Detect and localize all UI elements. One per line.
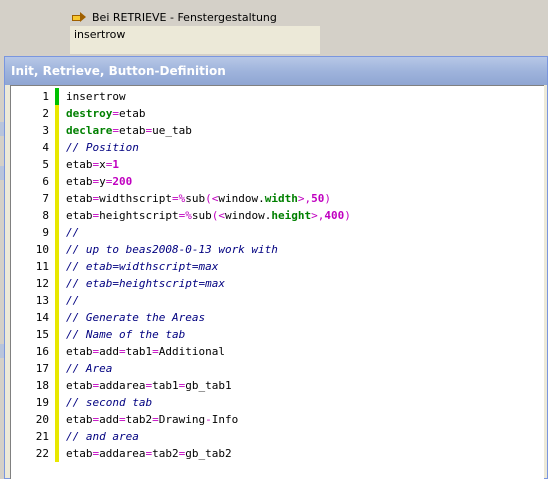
line-number: 5 [42,158,49,171]
background-field: insertrow [70,26,320,54]
line-code[interactable]: destroy=etab [66,105,145,122]
change-marker [55,428,59,445]
change-marker [55,156,59,173]
code-line[interactable]: 1 insertrow [11,88,544,105]
change-marker [55,241,59,258]
code-line[interactable]: 19 // second tab [11,394,544,411]
code-window: Init, Retrieve, Button-Definition 1 inser… [4,56,548,479]
line-number: 10 [35,243,49,256]
line-code[interactable]: etab=widthscript=%sub(<window.width>,50) [66,190,331,207]
code-line[interactable]: 15 // Name of the tab [11,326,544,343]
line-code[interactable]: etab=add=tab2=Drawing-Info [66,411,238,428]
line-number: 8 [42,209,49,222]
line-number: 19 [35,396,49,409]
code-line[interactable]: 3 declare=etab=ue_tab [11,122,544,139]
line-number: 21 [35,430,49,443]
change-marker [55,139,59,156]
line-number: 17 [35,362,49,375]
change-marker [55,224,59,241]
line-code[interactable]: // up to beas2008-0-13 work with [66,241,278,258]
line-number: 6 [42,175,49,188]
line-number: 20 [35,413,49,426]
change-marker [55,326,59,343]
line-number: 22 [35,447,49,460]
background-link[interactable]: Bei RETRIEVE - Fenstergestaltung [72,8,277,26]
code-line[interactable]: 20 etab=add=tab2=Drawing-Info [11,411,544,428]
code-line[interactable]: 4 // Position [11,139,544,156]
code-line[interactable]: 22 etab=addarea=tab2=gb_tab2 [11,445,544,462]
line-number: 12 [35,277,49,290]
arrow-right-icon [72,12,86,22]
line-code[interactable]: // Position [66,139,139,156]
code-line[interactable]: 13 // [11,292,544,309]
code-line[interactable]: 9 // [11,224,544,241]
line-code[interactable]: // [66,224,79,241]
code-line[interactable]: 18 etab=addarea=tab1=gb_tab1 [11,377,544,394]
change-marker [55,360,59,377]
change-marker [55,394,59,411]
code-line[interactable]: 17 // Area [11,360,544,377]
line-code[interactable]: etab=y=200 [66,173,132,190]
code-line[interactable]: 2 destroy=etab [11,105,544,122]
code-line[interactable]: 12 // etab=heightscript=max [11,275,544,292]
line-number: 15 [35,328,49,341]
line-code[interactable]: // etab=heightscript=max [66,275,225,292]
code-line[interactable]: 8 etab=heightscript=%sub(<window.height>,… [11,207,544,224]
line-code[interactable]: declare=etab=ue_tab [66,122,192,139]
change-marker [55,122,59,139]
code-line[interactable]: 10 // up to beas2008-0-13 work with [11,241,544,258]
code-line[interactable]: 16 etab=add=tab1=Additional [11,343,544,360]
line-number: 11 [35,260,49,273]
change-marker [55,377,59,394]
line-number: 2 [42,107,49,120]
line-code[interactable]: etab=add=tab1=Additional [66,343,225,360]
background-link-label: Bei RETRIEVE - Fenstergestaltung [92,10,277,24]
line-number: 7 [42,192,49,205]
change-marker [55,275,59,292]
line-number: 3 [42,124,49,137]
line-code[interactable]: insertrow [66,88,126,105]
change-marker [55,105,59,122]
line-number: 14 [35,311,49,324]
change-marker [55,88,59,105]
code-line[interactable]: 5 etab=x=1 [11,156,544,173]
line-code[interactable]: // [66,292,79,309]
line-number: 1 [42,90,49,103]
line-code[interactable]: // Generate the Areas [66,309,205,326]
change-marker [55,207,59,224]
window-title[interactable]: Init, Retrieve, Button-Definition [5,57,547,85]
change-marker [55,309,59,326]
change-marker [55,258,59,275]
line-code[interactable]: etab=heightscript=%sub(<window.height>,4… [66,207,351,224]
change-marker [55,292,59,309]
line-number: 9 [42,226,49,239]
line-code[interactable]: // Name of the tab [66,326,185,343]
line-code[interactable]: etab=addarea=tab2=gb_tab2 [66,445,232,462]
line-number: 18 [35,379,49,392]
change-marker [55,445,59,462]
line-number: 4 [42,141,49,154]
change-marker [55,173,59,190]
change-marker [55,343,59,360]
code-line[interactable]: 21 // and area [11,428,544,445]
line-code[interactable]: // second tab [66,394,152,411]
change-marker [55,411,59,428]
line-code[interactable]: etab=x=1 [66,156,119,173]
code-line[interactable]: 11 // etab=widthscript=max [11,258,544,275]
line-code[interactable]: etab=addarea=tab1=gb_tab1 [66,377,232,394]
code-editor[interactable]: 1 insertrow 2 destroy=etab 3 declare=etab=ue_… [10,85,544,479]
code-line[interactable]: 6 etab=y=200 [11,173,544,190]
change-marker [55,190,59,207]
code-line[interactable]: 7 etab=widthscript=%sub(<window.width>,50… [11,190,544,207]
line-number: 13 [35,294,49,307]
line-code[interactable]: // and area [66,428,139,445]
line-number: 16 [35,345,49,358]
line-code[interactable]: // etab=widthscript=max [66,258,218,275]
code-line[interactable]: 14 // Generate the Areas [11,309,544,326]
line-code[interactable]: // Area [66,360,112,377]
